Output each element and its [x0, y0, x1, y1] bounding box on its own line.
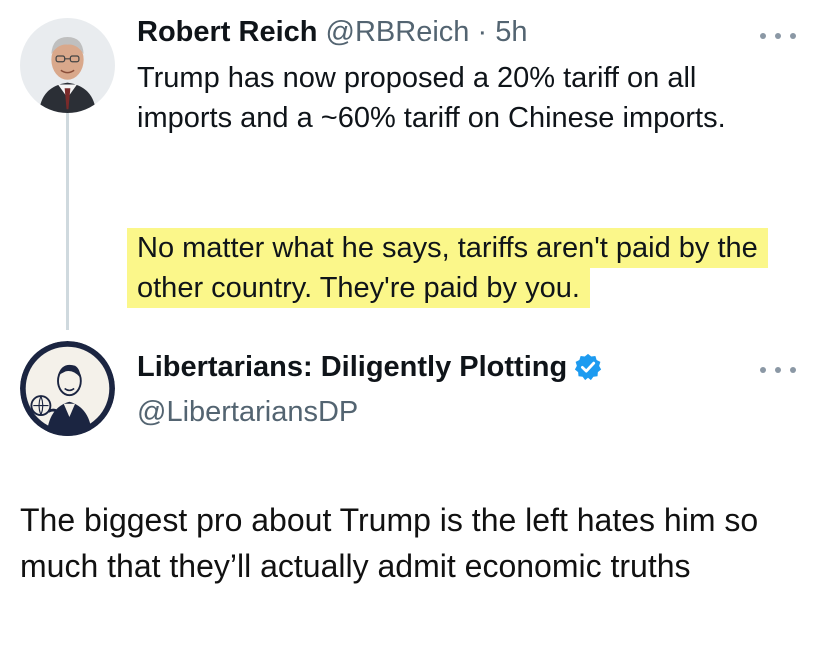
- thread-connector-line: [66, 108, 69, 330]
- illustrated-man-avatar-icon: [20, 341, 115, 436]
- dot: [760, 367, 766, 373]
- tweet-text-highlighted-paragraph: No matter what he says, tariffs aren't p…: [137, 228, 797, 308]
- portrait-photo-avatar-icon: [20, 18, 115, 113]
- dot: [790, 367, 796, 373]
- robert-reich-avatar[interactable]: [20, 18, 115, 113]
- more-options-icon[interactable]: [760, 30, 796, 42]
- verified-badge-icon: [575, 353, 602, 381]
- tweet-text-paragraph: Trump has now proposed a 20% tariff on a…: [137, 62, 726, 134]
- more-options-icon[interactable]: [760, 364, 796, 376]
- highlighted-text: No matter what he says, tariffs aren't p…: [137, 228, 758, 308]
- tweet-header: Robert Reich @RBReich · 5h: [137, 14, 527, 50]
- dot: [760, 33, 766, 39]
- timestamp[interactable]: 5h: [495, 16, 527, 48]
- post-comment-text: The biggest pro about Trump is the left …: [20, 502, 759, 584]
- dot: [790, 33, 796, 39]
- display-name[interactable]: Robert Reich: [137, 16, 317, 48]
- dot: [775, 33, 781, 39]
- tweet-header: Libertarians: Diligently Plotting: [137, 349, 603, 385]
- user-handle[interactable]: @LibertariansDP: [137, 394, 358, 430]
- user-handle[interactable]: @RBReich: [326, 16, 470, 48]
- libertarians-avatar[interactable]: [20, 341, 115, 436]
- display-name[interactable]: Libertarians: Diligently Plotting: [137, 349, 567, 385]
- separator-dot: ·: [477, 16, 488, 48]
- dot: [775, 367, 781, 373]
- tweet-body: Trump has now proposed a 20% tariff on a…: [137, 58, 787, 308]
